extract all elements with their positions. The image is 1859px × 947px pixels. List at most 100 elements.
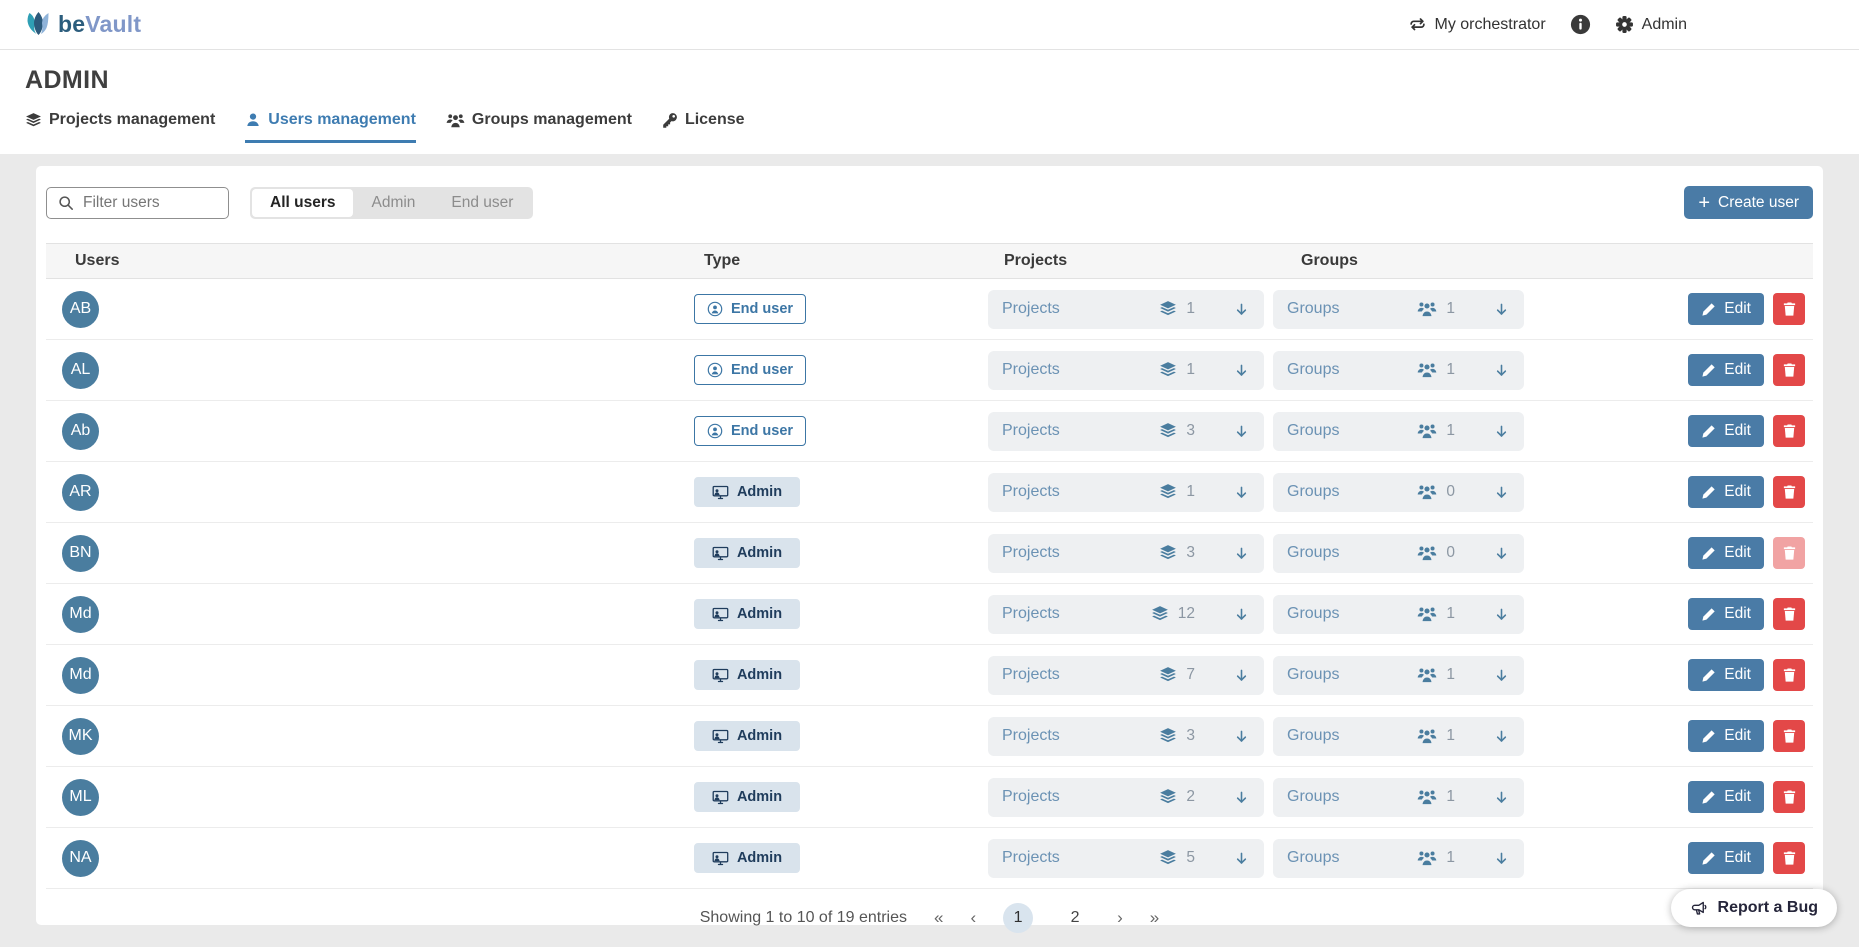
user-cell: Ab (46, 413, 694, 450)
projects-dropdown[interactable]: Projects 3 (988, 534, 1264, 573)
user-type-button[interactable]: Admin (694, 477, 800, 507)
projects-dropdown[interactable]: Projects 7 (988, 656, 1264, 695)
tab-projects-management[interactable]: Projects management (25, 111, 215, 143)
delete-button[interactable] (1773, 476, 1805, 508)
swap-arrows-icon (1408, 16, 1427, 33)
edit-button[interactable]: Edit (1688, 720, 1764, 752)
edit-button[interactable]: Edit (1688, 598, 1764, 630)
expand-arrow-icon (1493, 728, 1510, 745)
info-icon[interactable] (1570, 14, 1591, 35)
segment-admin[interactable]: Admin (353, 189, 433, 217)
user-type-button[interactable]: Admin (694, 843, 800, 873)
groups-dropdown[interactable]: Groups 1 (1273, 839, 1524, 878)
projects-dropdown[interactable]: Projects 3 (988, 717, 1264, 756)
delete-button[interactable] (1773, 781, 1805, 813)
filter-users-box[interactable] (46, 187, 229, 219)
groups-dropdown[interactable]: Groups 1 (1273, 412, 1524, 451)
people-icon (1417, 362, 1437, 378)
projects-dropdown[interactable]: Projects 5 (988, 839, 1264, 878)
edit-button[interactable]: Edit (1688, 415, 1764, 447)
delete-button[interactable] (1773, 720, 1805, 752)
projects-dropdown[interactable]: Projects 1 (988, 351, 1264, 390)
search-icon (58, 195, 74, 211)
user-type-button[interactable]: End user (694, 355, 806, 385)
edit-button[interactable]: Edit (1688, 842, 1764, 874)
last-page-icon[interactable]: » (1150, 908, 1159, 928)
groups-dropdown[interactable]: Groups 0 (1273, 534, 1524, 573)
delete-button[interactable] (1773, 415, 1805, 447)
admin-menu[interactable]: Admin (1615, 15, 1687, 34)
trash-icon (1782, 423, 1797, 439)
delete-button[interactable] (1773, 659, 1805, 691)
user-type-button[interactable]: Admin (694, 599, 800, 629)
megaphone-icon (1690, 900, 1708, 917)
groups-dropdown[interactable]: Groups 1 (1273, 290, 1524, 329)
projects-dropdown[interactable]: Projects 1 (988, 473, 1264, 512)
avatar: NA (62, 840, 99, 877)
tab-groups-management[interactable]: Groups management (446, 111, 632, 143)
groups-dropdown[interactable]: Groups 1 (1273, 595, 1524, 634)
projects-cell: Projects 1 (988, 290, 1287, 329)
create-user-button[interactable]: + Create user (1684, 186, 1813, 219)
projects-cell: Projects 12 (988, 595, 1287, 634)
user-type-button[interactable]: Admin (694, 660, 800, 690)
groups-dropdown[interactable]: Groups 0 (1273, 473, 1524, 512)
expand-arrow-icon (1233, 667, 1250, 684)
avatar: AR (62, 474, 99, 511)
next-page-icon[interactable]: › (1117, 908, 1123, 928)
groups-dropdown[interactable]: Groups 1 (1273, 778, 1524, 817)
user-type-button[interactable]: End user (694, 416, 806, 446)
projects-cell: Projects 3 (988, 717, 1287, 756)
pencil-icon (1701, 485, 1716, 500)
edit-button[interactable]: Edit (1688, 659, 1764, 691)
avatar: Md (62, 596, 99, 633)
delete-button[interactable] (1773, 598, 1805, 630)
expand-arrow-icon (1233, 728, 1250, 745)
user-type-button[interactable]: Admin (694, 721, 800, 751)
groups-dropdown[interactable]: Groups 1 (1273, 351, 1524, 390)
edit-button[interactable]: Edit (1688, 476, 1764, 508)
delete-button[interactable] (1773, 293, 1805, 325)
delete-button[interactable] (1773, 354, 1805, 386)
edit-button[interactable]: Edit (1688, 781, 1764, 813)
user-cell: AL (46, 352, 694, 389)
table-row: NA (46, 828, 1813, 889)
tab-users-management[interactable]: Users management (245, 111, 416, 143)
groups-dropdown[interactable]: Groups 1 (1273, 717, 1524, 756)
pagination-summary: Showing 1 to 10 of 19 entries (700, 909, 907, 927)
brand-logo[interactable]: beVault (25, 11, 141, 39)
orchestrator-link[interactable]: My orchestrator (1408, 16, 1546, 34)
report-a-bug-button[interactable]: Report a Bug (1671, 889, 1837, 927)
segment-all-users[interactable]: All users (252, 189, 353, 217)
actions-cell: Edit (1587, 354, 1813, 386)
user-type-button[interactable]: Admin (694, 538, 800, 568)
column-header-projects: Projects (988, 252, 1287, 270)
user-type-button[interactable]: Admin (694, 782, 800, 812)
prev-page-icon[interactable]: ‹ (970, 908, 976, 928)
page-number-2[interactable]: 2 (1060, 903, 1090, 933)
pencil-icon (1701, 302, 1716, 317)
user-type-button[interactable]: End user (694, 294, 806, 324)
expand-arrow-icon (1493, 301, 1510, 318)
groups-dropdown[interactable]: Groups 1 (1273, 656, 1524, 695)
table-row: Md (46, 584, 1813, 645)
projects-dropdown[interactable]: Projects 12 (988, 595, 1264, 634)
delete-button[interactable] (1773, 842, 1805, 874)
segment-end-user[interactable]: End user (433, 189, 531, 217)
groups-cell: Groups 1 (1287, 290, 1587, 329)
expand-arrow-icon (1233, 301, 1250, 318)
layers-icon (1159, 483, 1177, 501)
projects-dropdown[interactable]: Projects 2 (988, 778, 1264, 817)
edit-button[interactable]: Edit (1688, 293, 1764, 325)
tab-license[interactable]: License (662, 111, 745, 143)
edit-button[interactable]: Edit (1688, 354, 1764, 386)
edit-button[interactable]: Edit (1688, 537, 1764, 569)
page-number-1[interactable]: 1 (1003, 903, 1033, 933)
delete-button[interactable] (1773, 537, 1805, 569)
first-page-icon[interactable]: « (934, 908, 943, 928)
filter-users-input[interactable] (83, 194, 217, 212)
groups-cell: Groups 1 (1287, 778, 1587, 817)
table-row: ML (46, 767, 1813, 828)
projects-dropdown[interactable]: Projects 3 (988, 412, 1264, 451)
projects-dropdown[interactable]: Projects 1 (988, 290, 1264, 329)
